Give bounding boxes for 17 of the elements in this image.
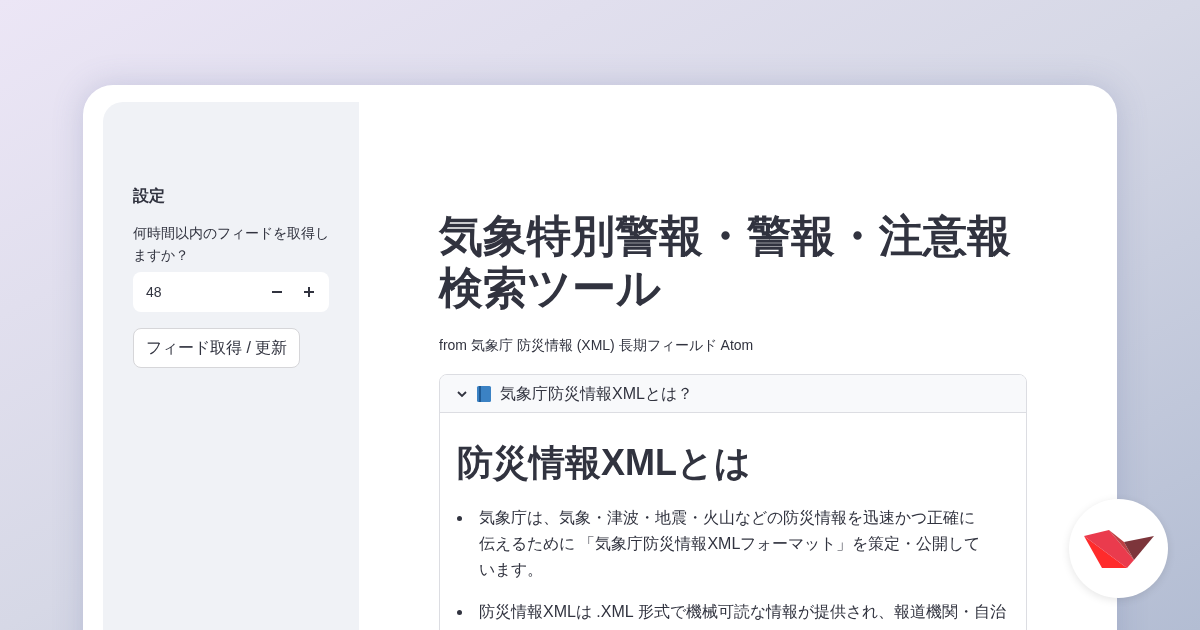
section-heading: 防災情報XMLとは (457, 441, 752, 485)
expander-label: 気象庁防災情報XMLとは？ (500, 383, 693, 404)
page-title: 気象特別警報・警報・注意報検索ツール (439, 210, 1012, 314)
subtitle: from 気象庁 防災情報 (XML) 長期フィールド Atom (439, 336, 755, 355)
fetch-button[interactable]: フィード取得 / 更新 (133, 328, 301, 368)
bullet-icon (457, 516, 462, 521)
book-icon (476, 384, 492, 403)
bullet-text: 気象庁は、気象・津波・地震・火山などの防災情報を迅速かつ正確に伝えるために 「気象庁防災情報XMLフォーマット」を策定・公開しています。 (479, 508, 982, 580)
number-input[interactable]: 48 (133, 272, 329, 312)
input-value: 48 (146, 282, 163, 302)
bullet-icon (457, 610, 462, 615)
field-label: 何時間以内のフィードを取得しますか？ (133, 224, 329, 265)
expander-header[interactable]: 気象庁防災情報XMLとは？ (440, 375, 1026, 413)
crown-logo-icon (1083, 529, 1154, 568)
sidebar-title: 設定 (133, 186, 166, 206)
bullet-text: 防災情報XMLは .XML 形式で機械可読な情報が提供され、報道機関・自治 (479, 602, 1006, 622)
plus-icon[interactable] (304, 287, 314, 297)
